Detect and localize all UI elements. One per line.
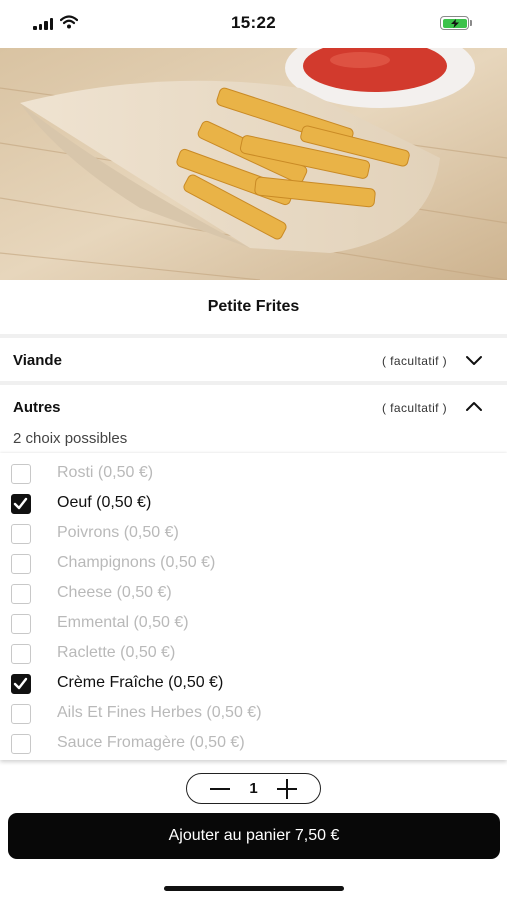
option-label: Rosti (0,50 €) <box>57 464 154 481</box>
optional-tag: ( facultatif ) <box>382 401 447 415</box>
checkbox-checked[interactable] <box>11 674 31 694</box>
option-label: Cheese (0,50 €) <box>57 584 172 601</box>
status-time: 15:22 <box>231 13 276 32</box>
option-item[interactable]: Champignons (0,50 €) <box>0 548 507 578</box>
chevron-down-icon <box>466 356 482 365</box>
option-item[interactable]: Ails Et Fines Herbes (0,50 €) <box>0 698 507 728</box>
checkmark-icon <box>13 677 28 690</box>
option-label: Raclette (0,50 €) <box>57 644 176 661</box>
quantity-stepper: 1 <box>186 773 321 804</box>
checkbox[interactable] <box>11 644 31 664</box>
product-title: Petite Frites <box>207 298 300 315</box>
add-to-cart-button[interactable]: Ajouter au panier 7,50 € <box>8 813 500 859</box>
checkbox[interactable] <box>11 584 31 604</box>
option-item[interactable]: Sauce Fromagère (0,50 €) <box>0 728 507 758</box>
plus-icon[interactable] <box>274 778 300 800</box>
checkbox[interactable] <box>11 614 31 634</box>
option-item[interactable]: Oeuf (0,50 €) <box>0 488 507 518</box>
section-label: Autres <box>13 399 61 416</box>
home-indicator[interactable] <box>164 886 344 891</box>
checkbox[interactable] <box>11 554 31 574</box>
option-item[interactable]: Raclette (0,50 €) <box>0 638 507 668</box>
optional-tag: ( facultatif ) <box>382 354 447 368</box>
option-label: Poivrons (0,50 €) <box>57 524 179 541</box>
checkbox-checked[interactable] <box>11 494 31 514</box>
option-item[interactable]: Emmental (0,50 €) <box>0 608 507 638</box>
divider <box>0 334 507 338</box>
status-bar: 15:22 <box>0 0 507 48</box>
option-item[interactable]: Cheese (0,50 €) <box>0 578 507 608</box>
charging-bolt-icon <box>450 18 459 28</box>
section-header-autres[interactable]: Autres ( facultatif ) <box>0 387 507 427</box>
option-label: Emmental (0,50 €) <box>57 614 189 631</box>
options-list: Rosti (0,50 €) Oeuf (0,50 €) Poivrons (0… <box>0 453 507 760</box>
checkbox[interactable] <box>11 464 31 484</box>
product-image <box>0 48 507 280</box>
battery-cap <box>470 20 472 26</box>
option-item[interactable]: Crème Fraîche (0,50 €) <box>0 668 507 698</box>
checkbox[interactable] <box>11 734 31 754</box>
french-fries-photo <box>0 48 507 280</box>
chevron-up-icon <box>466 402 482 411</box>
option-label: Sauce Fromagère (0,50 €) <box>57 734 245 751</box>
option-label: Crème Fraîche (0,50 €) <box>57 674 224 691</box>
option-label: Oeuf (0,50 €) <box>57 494 152 511</box>
battery-icon <box>440 16 469 30</box>
checkmark-icon <box>13 497 28 510</box>
choices-hint: 2 choix possibles <box>13 430 128 447</box>
divider <box>0 381 507 385</box>
section-header-viande[interactable]: Viande ( facultatif ) <box>0 340 507 380</box>
section-label: Viande <box>13 352 62 369</box>
quantity-value: 1 <box>249 780 258 797</box>
option-label: Champignons (0,50 €) <box>57 554 216 571</box>
checkbox[interactable] <box>11 704 31 724</box>
option-label: Ails Et Fines Herbes (0,50 €) <box>57 704 262 721</box>
checkbox[interactable] <box>11 524 31 544</box>
option-item[interactable]: Rosti (0,50 €) <box>0 458 507 488</box>
option-item[interactable]: Poivrons (0,50 €) <box>0 518 507 548</box>
